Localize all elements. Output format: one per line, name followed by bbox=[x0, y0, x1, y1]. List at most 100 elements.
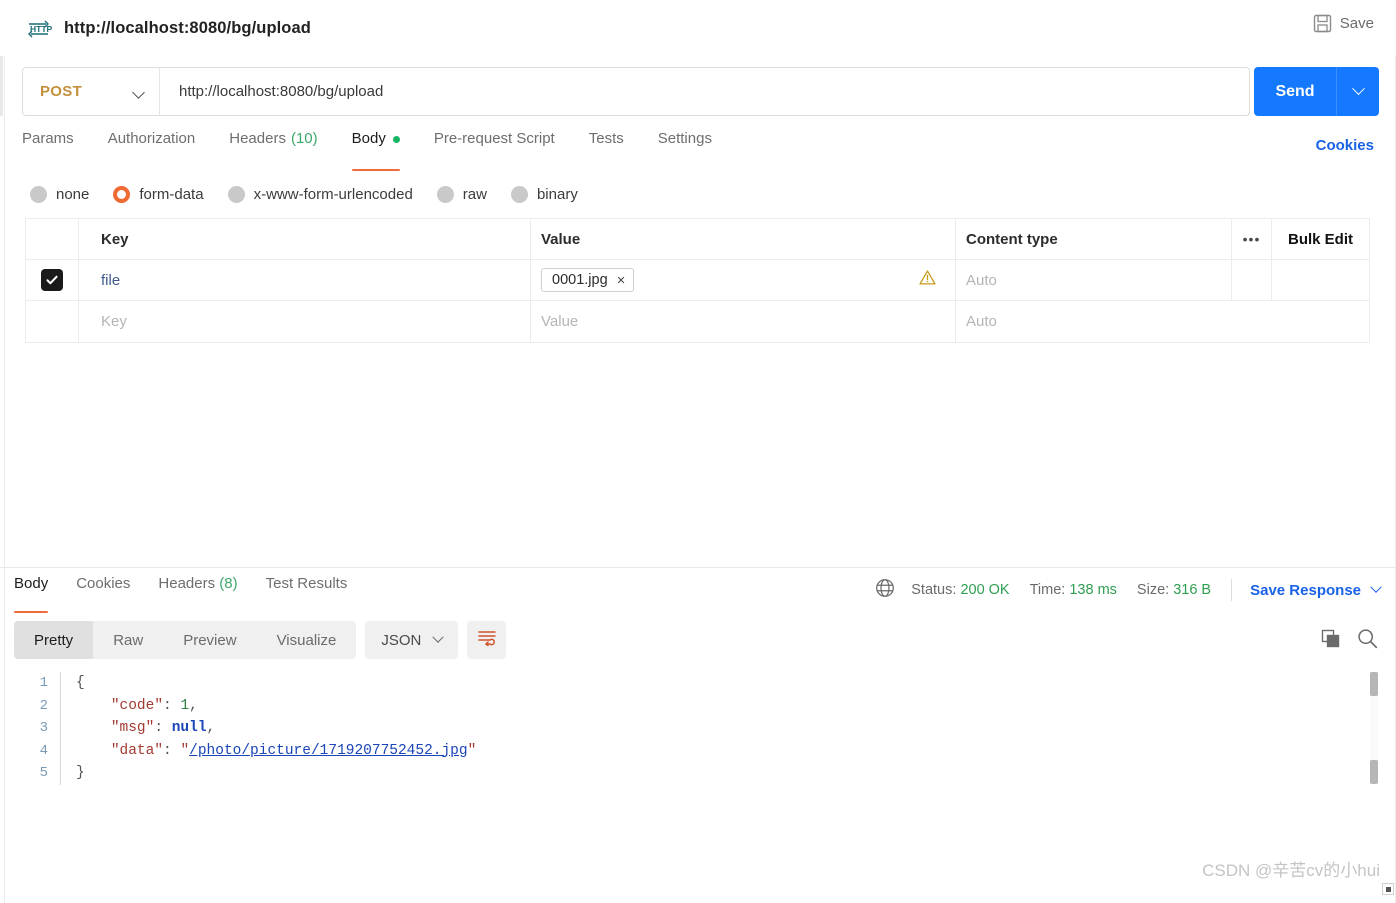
tab-authorization[interactable]: Authorization bbox=[91, 130, 213, 166]
body-type-urlencoded-label: x-www-form-urlencoded bbox=[254, 186, 413, 203]
send-options-button[interactable] bbox=[1337, 67, 1379, 116]
url-bar: POST bbox=[22, 67, 1250, 116]
row-value-cell[interactable]: 0001.jpg × bbox=[531, 260, 956, 300]
response-body-code[interactable]: 1 { 2 "code": 1, 3 "msg": null, 4 "data"… bbox=[14, 672, 1364, 872]
tab-params-label: Params bbox=[22, 130, 74, 147]
header-key: Key bbox=[79, 219, 531, 259]
save-button[interactable]: Save bbox=[1313, 14, 1374, 33]
row-checkbox-cell[interactable] bbox=[26, 301, 79, 342]
time-value: 138 ms bbox=[1069, 582, 1117, 598]
tab-tests[interactable]: Tests bbox=[572, 130, 641, 166]
tab-settings[interactable]: Settings bbox=[641, 130, 729, 166]
response-tab-cookies[interactable]: Cookies bbox=[62, 575, 144, 609]
bulk-edit-button[interactable]: Bulk Edit bbox=[1272, 219, 1369, 259]
row-key-cell[interactable]: Key bbox=[79, 301, 531, 342]
cookies-link[interactable]: Cookies bbox=[1316, 137, 1374, 154]
tab-params[interactable]: Params bbox=[22, 130, 91, 166]
table-more-options-button[interactable]: ••• bbox=[1231, 219, 1272, 259]
more-horizontal-icon: ••• bbox=[1243, 235, 1261, 243]
row-checkbox[interactable] bbox=[41, 269, 63, 291]
row-value-cell[interactable]: Value bbox=[531, 301, 956, 342]
code-scrollbar-thumb[interactable] bbox=[1370, 672, 1378, 696]
table-header-row: Key Value Content type ••• Bulk Edit bbox=[26, 219, 1369, 260]
row-content-type-cell[interactable]: Auto bbox=[956, 301, 1369, 342]
response-tab-test-results[interactable]: Test Results bbox=[252, 575, 362, 609]
response-tab-body[interactable]: Body bbox=[14, 575, 62, 609]
left-edge-handle[interactable] bbox=[0, 56, 3, 116]
close-icon[interactable]: × bbox=[617, 273, 626, 288]
save-button-label: Save bbox=[1340, 15, 1374, 32]
tab-headers-count: (10) bbox=[291, 130, 318, 147]
row-value-placeholder: Value bbox=[541, 313, 578, 330]
header-checkbox-cell bbox=[26, 219, 79, 259]
body-type-binary-label: binary bbox=[537, 186, 578, 203]
row-content-type-placeholder: Auto bbox=[966, 272, 997, 289]
response-tabs: Body Cookies Headers (8) Test Results bbox=[14, 575, 361, 609]
table-row: Key Value Auto bbox=[26, 301, 1369, 342]
method-selector[interactable]: POST bbox=[23, 68, 160, 115]
search-icon[interactable] bbox=[1357, 628, 1378, 654]
body-type-form-data[interactable]: form-data bbox=[113, 186, 203, 203]
row-end-cell bbox=[1272, 260, 1369, 300]
response-action-icons bbox=[1321, 628, 1378, 654]
code-scrollbar-thumb-secondary[interactable] bbox=[1370, 760, 1378, 784]
word-wrap-icon bbox=[477, 629, 497, 651]
response-tab-headers-count: (8) bbox=[219, 575, 237, 592]
header-value: Value bbox=[531, 219, 956, 259]
line-number: 2 bbox=[14, 698, 60, 714]
warning-triangle-icon bbox=[919, 270, 936, 291]
page-title: http://localhost:8080/bg/upload bbox=[64, 19, 311, 38]
body-type-binary[interactable]: binary bbox=[511, 186, 578, 203]
tab-body-label: Body bbox=[352, 130, 386, 147]
code-line: 3 "msg": null, bbox=[14, 717, 1364, 740]
tab-tests-label: Tests bbox=[589, 130, 624, 147]
view-preview[interactable]: Preview bbox=[163, 621, 256, 659]
body-type-none-label: none bbox=[56, 186, 89, 203]
save-response-button[interactable]: Save Response bbox=[1250, 582, 1380, 599]
body-type-none[interactable]: none bbox=[30, 186, 89, 203]
body-type-form-data-label: form-data bbox=[139, 186, 203, 203]
postman-window: HTTP http://localhost:8080/bg/upload Sav… bbox=[0, 0, 1396, 903]
word-wrap-button[interactable] bbox=[467, 621, 506, 659]
request-tabs: Params Authorization Headers (10) Body P… bbox=[22, 130, 729, 166]
row-content-type-cell[interactable]: Auto bbox=[956, 260, 1231, 300]
tab-authorization-label: Authorization bbox=[108, 130, 196, 147]
code-line: 2 "code": 1, bbox=[14, 695, 1364, 718]
meta-divider bbox=[1231, 579, 1232, 601]
size-value: 316 B bbox=[1173, 582, 1211, 598]
chevron-down-icon bbox=[134, 88, 145, 95]
chevron-down-icon bbox=[1352, 82, 1365, 95]
copy-icon[interactable] bbox=[1321, 629, 1341, 654]
row-key-value: file bbox=[101, 272, 120, 289]
body-type-x-www-form-urlencoded[interactable]: x-www-form-urlencoded bbox=[228, 186, 413, 203]
view-visualize[interactable]: Visualize bbox=[257, 621, 357, 659]
view-raw[interactable]: Raw bbox=[93, 621, 163, 659]
code-line: 1 { bbox=[14, 672, 1364, 695]
watermark-badge-icon bbox=[1382, 883, 1394, 895]
response-tab-headers[interactable]: Headers (8) bbox=[144, 575, 251, 609]
status-label: Status: 200 OK bbox=[911, 582, 1009, 598]
url-input[interactable] bbox=[160, 83, 1249, 100]
tab-headers[interactable]: Headers (10) bbox=[212, 130, 334, 166]
row-checkbox-cell bbox=[26, 260, 79, 300]
file-chip[interactable]: 0001.jpg × bbox=[541, 268, 634, 292]
floppy-disk-icon bbox=[1313, 14, 1332, 33]
line-number: 4 bbox=[14, 743, 60, 759]
send-button[interactable]: Send bbox=[1254, 67, 1336, 116]
row-key-cell[interactable]: file bbox=[79, 260, 531, 300]
tab-pre-request-script[interactable]: Pre-request Script bbox=[417, 130, 572, 166]
tab-body[interactable]: Body bbox=[335, 130, 417, 166]
body-type-raw[interactable]: raw bbox=[437, 186, 487, 203]
row-content-type-placeholder: Auto bbox=[966, 313, 997, 330]
globe-icon bbox=[875, 578, 895, 602]
response-format-toolbar: Pretty Raw Preview Visualize JSON bbox=[14, 621, 506, 659]
view-pretty[interactable]: Pretty bbox=[14, 621, 93, 659]
body-type-radio-group: none form-data x-www-form-urlencoded raw… bbox=[30, 180, 602, 208]
code-line-text: "msg": null, bbox=[64, 720, 215, 736]
language-selector[interactable]: JSON bbox=[365, 621, 458, 659]
radio-icon bbox=[437, 186, 454, 203]
send-button-group[interactable]: Send bbox=[1254, 67, 1379, 116]
row-key-placeholder: Key bbox=[101, 313, 127, 330]
response-data-link[interactable]: /photo/picture/1719207752452.jpg bbox=[189, 743, 467, 759]
radio-icon bbox=[511, 186, 528, 203]
